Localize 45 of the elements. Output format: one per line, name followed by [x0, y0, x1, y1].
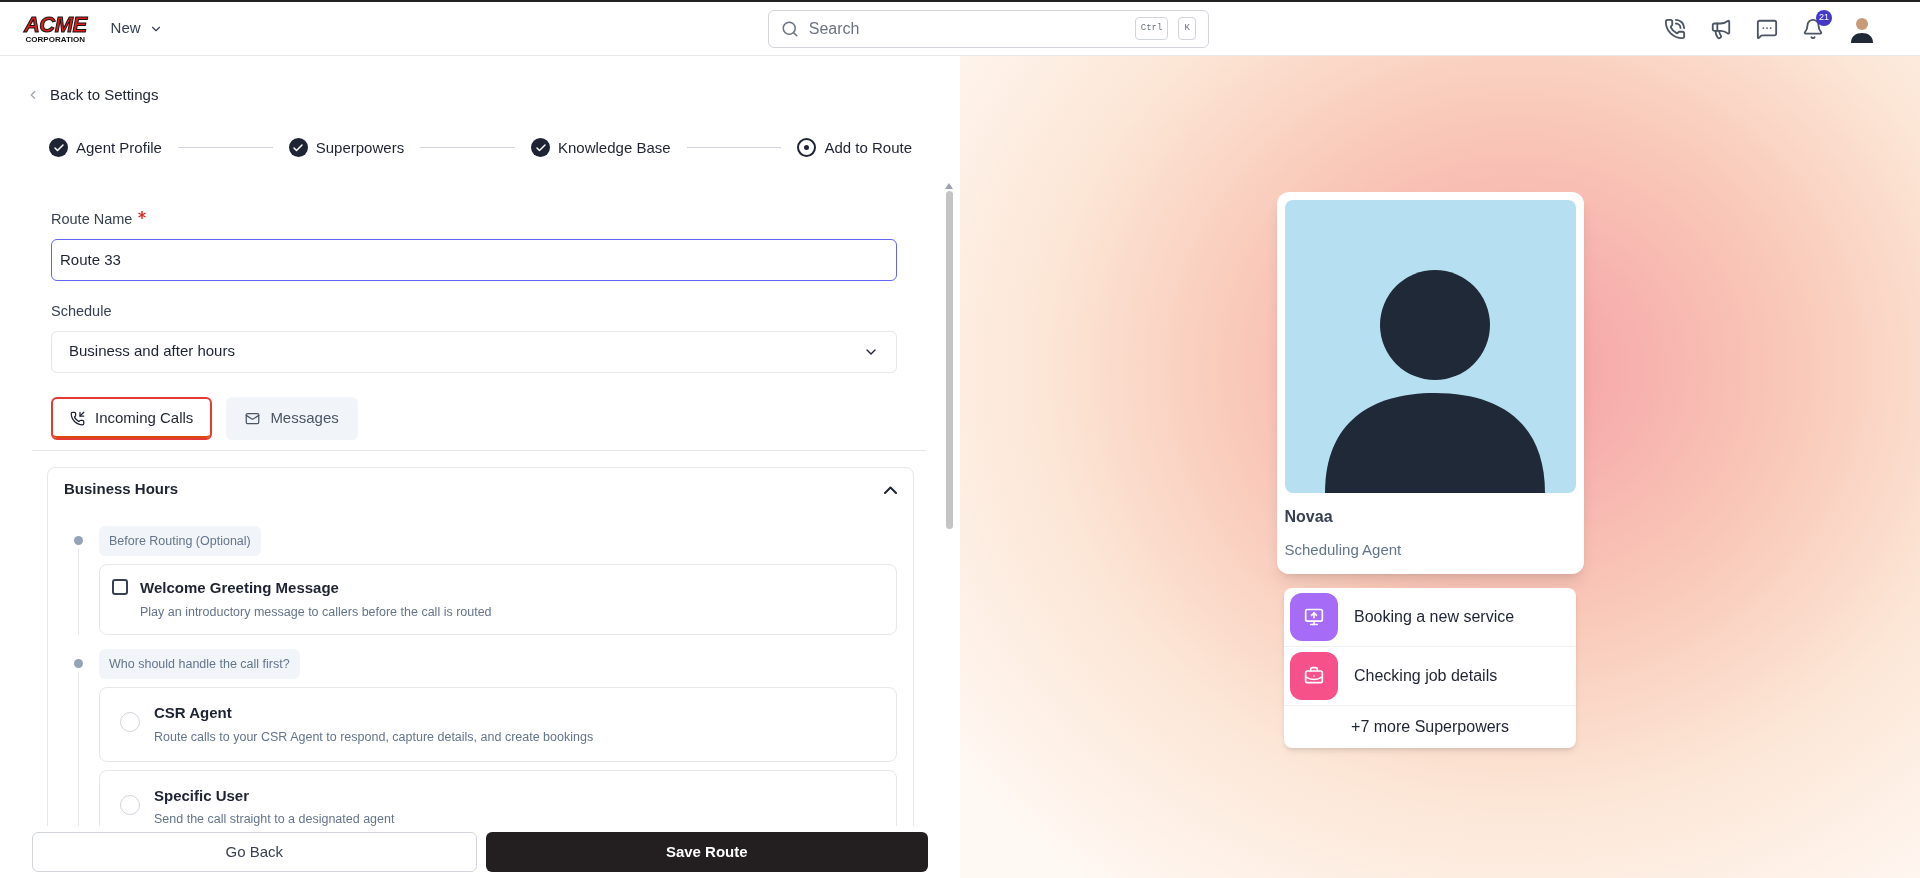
superpower-label: Booking a new service — [1354, 606, 1515, 627]
logo[interactable]: ACME CORPORATION — [24, 13, 87, 44]
option-description: Route calls to your CSR Agent to respond, capture details, and create bookings — [154, 728, 594, 746]
option-title: Specific User — [154, 785, 251, 806]
schedule-select[interactable]: Business and after hours — [51, 330, 897, 373]
option-title: Welcome Greeting Message — [140, 578, 340, 599]
search-input[interactable]: Search — [808, 16, 1125, 41]
more-superpowers-link[interactable]: +7 more Superpowers — [1284, 705, 1576, 748]
phone-incoming-icon — [70, 410, 85, 426]
superpower-label: Checking job details — [1354, 665, 1498, 686]
option-card[interactable]: CSR Agent Route calls to your CSR Agent to respond, capture details, and create bookings — [99, 687, 897, 762]
option-title: CSR Agent — [154, 703, 233, 724]
back-button[interactable]: Go Back — [32, 832, 477, 872]
new-menu-button[interactable]: New — [110, 17, 163, 40]
field-label: Schedule — [51, 301, 113, 321]
section-header[interactable]: Business Hours — [48, 467, 913, 512]
field-label: Route Name — [51, 210, 133, 229]
shortcut-key: Ctrl — [1134, 16, 1169, 41]
notification-badge: 21 — [1816, 9, 1832, 26]
route-name-field[interactable]: Route 33 — [51, 238, 897, 281]
tab[interactable]: Messages — [226, 396, 358, 440]
search-icon — [780, 19, 799, 38]
megaphone-icon[interactable] — [1710, 17, 1732, 40]
step-label: Knowledge Base — [558, 137, 671, 158]
back-link[interactable]: Back to Settings — [26, 84, 159, 107]
checkbox[interactable] — [112, 579, 128, 596]
phone-icon[interactable] — [1664, 17, 1686, 40]
step-label: Agent Profile — [76, 137, 162, 158]
scrollbar-thumb[interactable] — [945, 191, 953, 529]
agent-name: Novaa — [1284, 507, 1334, 527]
option-description: Play an introductory message to callers before the call is routed — [140, 603, 492, 621]
mail-icon — [245, 410, 261, 426]
shortcut-key: K — [1178, 16, 1196, 41]
search-field[interactable]: Search Ctrl K — [767, 9, 1209, 48]
option-description: Send the call straight to a designated agent — [154, 811, 395, 826]
tab[interactable]: Incoming Calls — [51, 396, 213, 440]
group-label: Before Routing (Optional) — [99, 525, 261, 557]
save-button[interactable]: Save Route — [485, 832, 928, 872]
step-label: Add to Route — [824, 137, 912, 158]
option-card[interactable]: Welcome Greeting Message Play an introductory message to callers before the call is routed — [99, 564, 897, 635]
chat-icon[interactable] — [1756, 17, 1778, 40]
agent-role: Scheduling Agent — [1284, 540, 1403, 560]
option-card[interactable]: Specific User Send the call straight to a designated agent — [99, 769, 897, 826]
step-label: Superpowers — [315, 137, 405, 158]
group-label: Who should handle the call first? — [99, 648, 300, 680]
